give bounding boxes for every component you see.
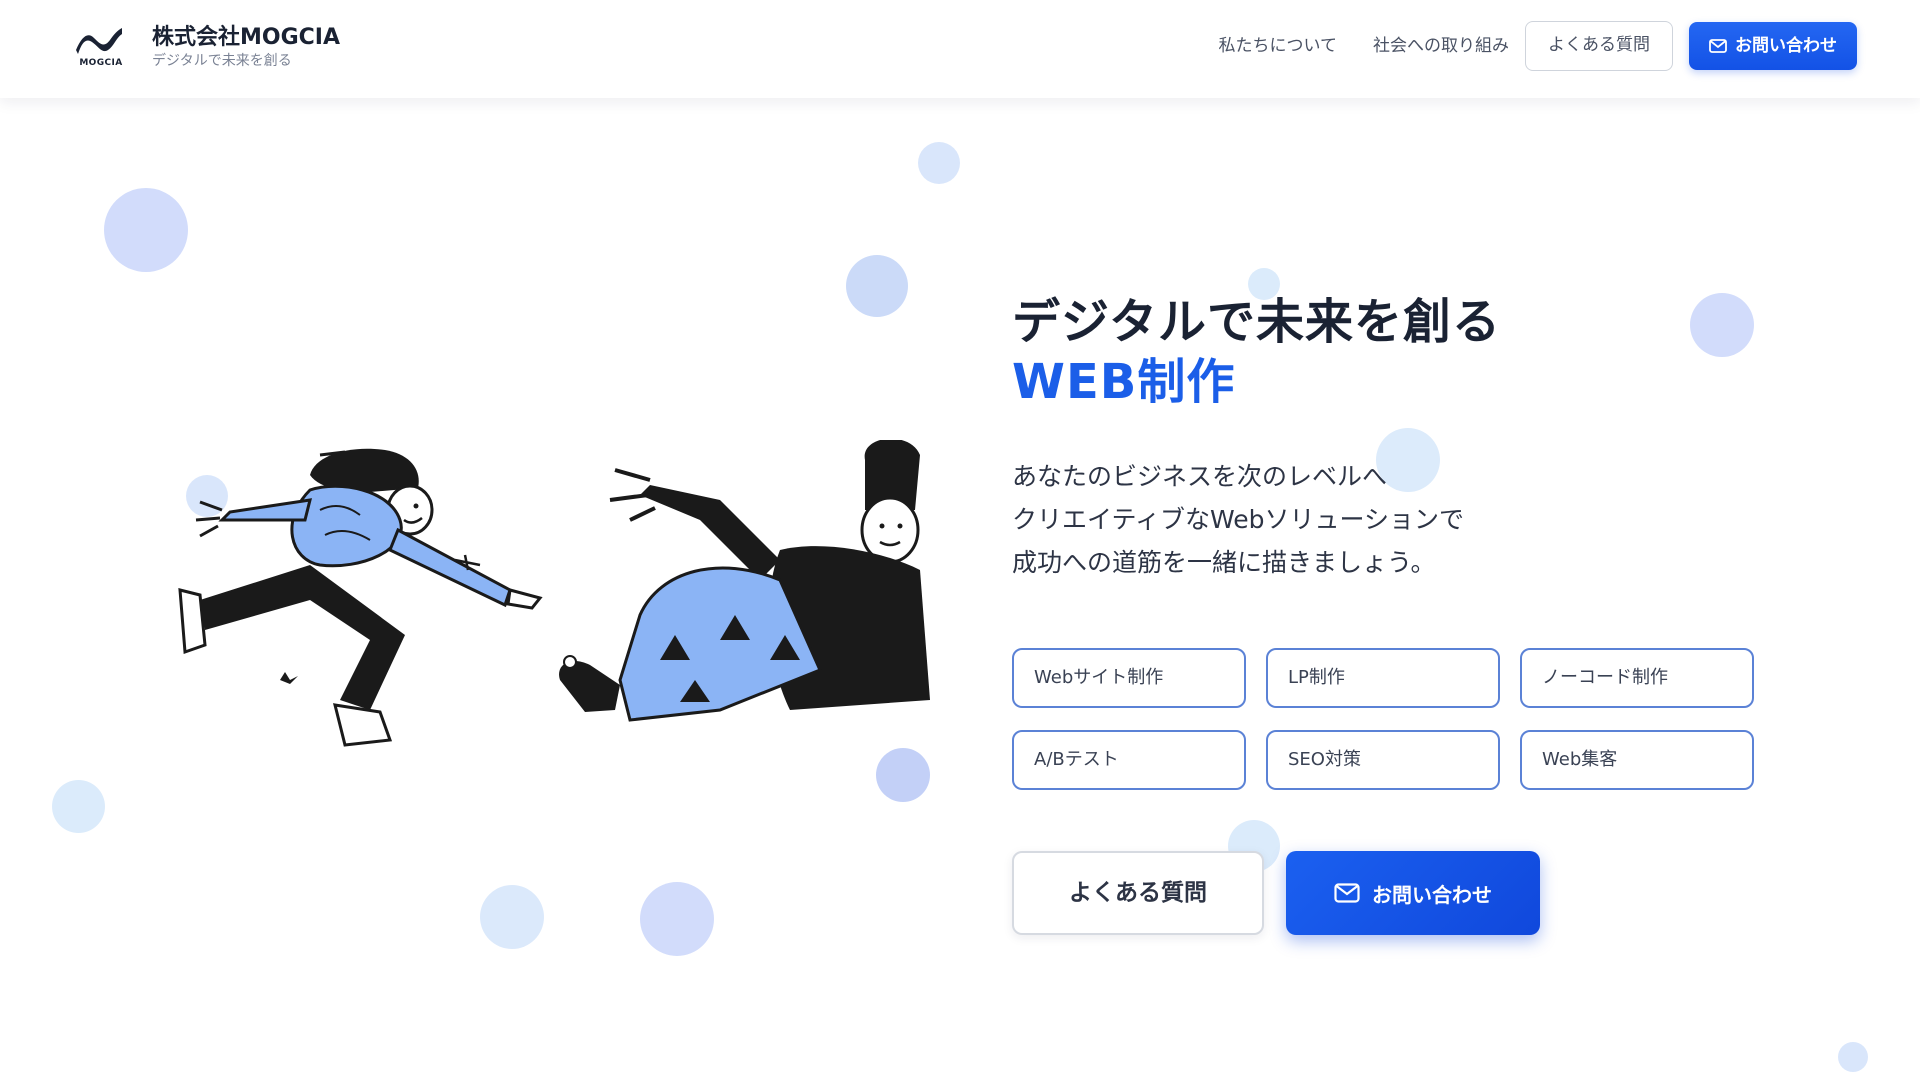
logo[interactable]: MOGCIA xyxy=(74,22,124,72)
hero-description: あなたのビジネスを次のレベルへ クリエイティブなWebソリューションで 成功への… xyxy=(1012,455,1464,584)
service-tag-web-site[interactable]: Webサイト制作 xyxy=(1012,648,1246,708)
nav-about-link[interactable]: 私たちについて xyxy=(1219,22,1338,70)
brand-text: 株式会社MOGCIA デジタルで未来を創る xyxy=(152,24,340,70)
cta-row: よくある質問 お問い合わせ xyxy=(1012,851,1540,935)
decorative-dot xyxy=(846,255,908,317)
service-tag-seo[interactable]: SEO対策 xyxy=(1266,730,1500,790)
company-name: 株式会社MOGCIA xyxy=(152,25,341,50)
brand[interactable]: MOGCIA 株式会社MOGCIA デジタルで未来を創る xyxy=(74,22,340,72)
contact-button[interactable]: お問い合わせ xyxy=(1286,851,1540,935)
decorative-dot xyxy=(640,882,714,956)
nav-faq-button[interactable]: よくある質問 xyxy=(1525,21,1673,71)
hero-desc-line: あなたのビジネスを次のレベルへ xyxy=(1012,462,1388,491)
service-tag-ab-test[interactable]: A/Bテスト xyxy=(1012,730,1246,790)
hero-title: デジタルで未来を創る WEB制作 xyxy=(1012,292,1501,412)
contact-button-label: お問い合わせ xyxy=(1372,882,1492,907)
faq-button[interactable]: よくある質問 xyxy=(1012,851,1264,935)
wave-logo-icon xyxy=(76,28,122,54)
nav-contact-button[interactable]: お問い合わせ xyxy=(1689,22,1857,70)
decorative-dot xyxy=(480,885,544,949)
service-tag-lp[interactable]: LP制作 xyxy=(1266,648,1500,708)
hero-desc-line: クリエイティブなWebソリューションで xyxy=(1012,505,1465,534)
decorative-dot xyxy=(918,142,960,184)
decorative-dot xyxy=(52,780,105,833)
nav-contact-label: お問い合わせ xyxy=(1735,36,1837,56)
service-tags: Webサイト制作 LP制作 ノーコード制作 A/Bテスト SEO対策 Web集客 xyxy=(1012,648,1754,790)
company-tagline: デジタルで未来を創る xyxy=(152,53,292,69)
main-nav: 私たちについて 社会への取り組み よくある質問 お問い合わせ xyxy=(1219,21,1857,71)
nav-social-link[interactable]: 社会への取り組み xyxy=(1373,22,1509,70)
decorative-dot xyxy=(1838,1042,1868,1072)
decorative-dot xyxy=(876,748,930,802)
two-people-reaching-illustration xyxy=(160,438,960,780)
decorative-dot xyxy=(104,188,188,272)
hero-title-accent: WEB制作 xyxy=(1012,354,1236,410)
hero-desc-line: 成功への道筋を一緒に描きましょう。 xyxy=(1012,548,1436,577)
service-tag-web-marketing[interactable]: Web集客 xyxy=(1520,730,1754,790)
decorative-dot xyxy=(1690,293,1754,357)
mail-icon xyxy=(1334,883,1360,903)
service-tag-no-code[interactable]: ノーコード制作 xyxy=(1520,648,1754,708)
hero-title-line1: デジタルで未来を創る xyxy=(1012,294,1502,350)
mail-icon xyxy=(1709,39,1727,53)
logo-wordmark: MOGCIA xyxy=(79,58,123,68)
site-header: MOGCIA 株式会社MOGCIA デジタルで未来を創る 私たちについて 社会へ… xyxy=(0,0,1920,98)
